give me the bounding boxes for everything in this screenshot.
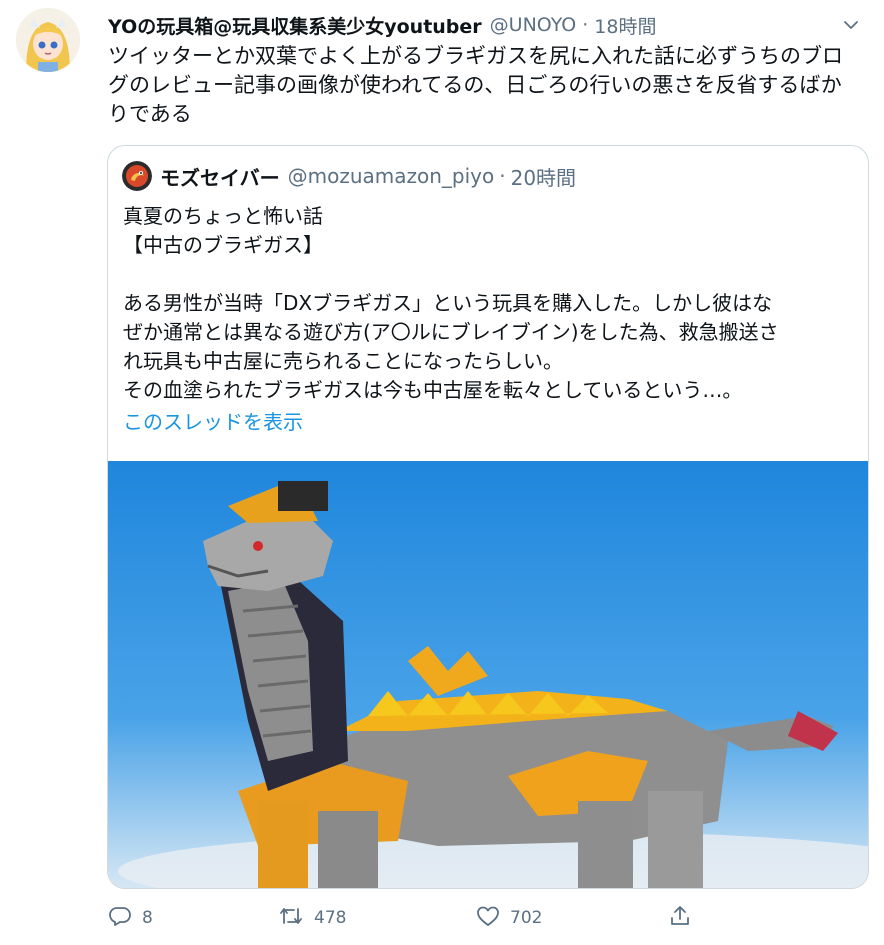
heart-icon [476,904,500,932]
chevron-down-icon[interactable] [838,12,864,38]
quoted-text-line: 真夏のちょっと怖い話 [123,204,323,228]
separator: · [582,14,589,36]
separator: · [499,164,506,188]
quoted-user-avatar[interactable] [122,161,152,191]
share-button[interactable] [668,900,692,936]
tweet-text: ツイッターとか双葉でよく上がるブラギガスを尻に入れた話に必ずうちのブログのレビュ… [108,44,843,126]
quoted-display-name[interactable]: モズセイバー [160,162,280,191]
quoted-tweet[interactable]: モズセイバー @mozuamazon_piyo · 20時間 真夏のちょっと怖い… [107,145,869,889]
retweet-button[interactable]: 478 [278,900,346,936]
show-thread-link[interactable]: このスレッドを表示 [123,406,303,435]
share-icon [668,904,692,932]
quoted-user-handle[interactable]: @mozuamazon_piyo [288,164,495,188]
tweet-actions: 8 478 702 [108,900,864,936]
quoted-text-line: 【中古のブラギガス】 [123,233,323,257]
user-handle[interactable]: @UNOYO [490,14,577,36]
reply-button[interactable]: 8 [108,900,153,936]
retweet-count: 478 [314,908,347,928]
timestamp[interactable]: 18時間 [594,12,656,39]
reply-icon [108,904,132,932]
quoted-text-line: その血塗られたブラギガスは今も中古屋を転々としているという…。 [123,378,743,402]
like-button[interactable]: 702 [476,900,542,936]
quoted-text-line [123,260,859,289]
quoted-text-line: れ玩具も中古屋に売られることになったらしい。 [123,349,563,373]
tweet-header: YOの玩具箱@玩具収集系美少女youtuber @UNOYO · 18時間 [108,12,864,38]
quoted-tweet-header: モズセイバー @mozuamazon_piyo · 20時間 [122,161,854,191]
quoted-media-image[interactable] [108,461,868,888]
like-count: 702 [510,908,543,928]
quoted-timestamp[interactable]: 20時間 [511,162,576,191]
reply-count: 8 [142,908,153,928]
quoted-text-line: ぜか通常とは異なる遊び方(ア〇ルにブレイブイン)をした為、救急搬送さ [123,320,779,344]
quoted-tweet-text: 真夏のちょっと怖い話 【中古のブラギガス】 ある男性が当時「DXブラギガス」とい… [123,202,859,405]
user-avatar[interactable] [16,8,80,72]
retweet-icon [278,904,304,932]
quoted-text-line: ある男性が当時「DXブラギガス」という玩具を購入した。しかし彼はな [123,291,773,315]
display-name[interactable]: YOの玩具箱@玩具収集系美少女youtuber [108,12,482,39]
tweet: YOの玩具箱@玩具収集系美少女youtuber @UNOYO · 18時間 ツイ… [0,0,884,945]
